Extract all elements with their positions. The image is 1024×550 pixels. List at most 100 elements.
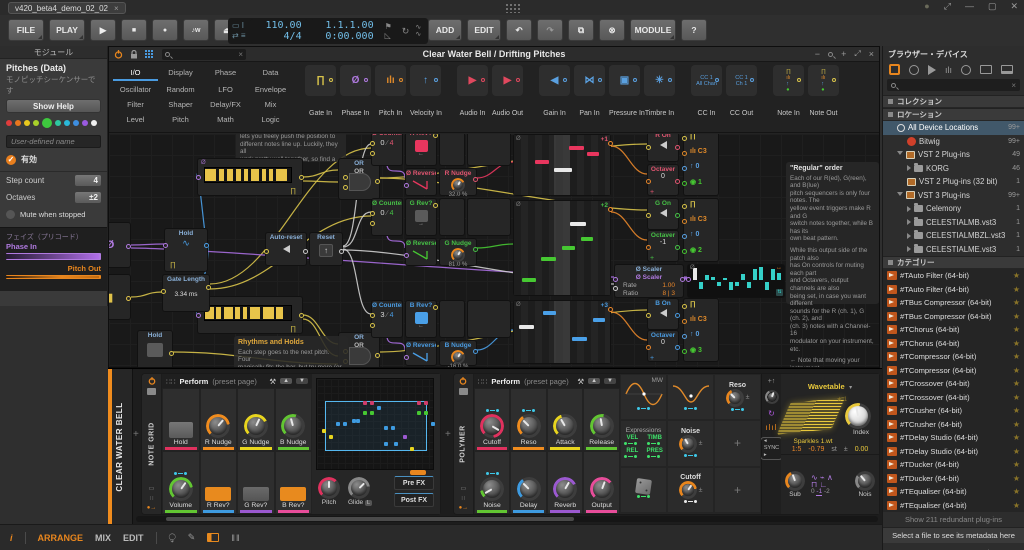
port[interactable] bbox=[196, 313, 201, 318]
category-mix[interactable]: Mix bbox=[248, 100, 293, 111]
favorite-star-icon[interactable]: ★ bbox=[1013, 339, 1020, 348]
patch-module-swap[interactable] bbox=[439, 300, 465, 338]
port[interactable] bbox=[675, 313, 680, 318]
favorite-star-icon[interactable]: ★ bbox=[1013, 366, 1020, 375]
port[interactable] bbox=[161, 289, 166, 294]
window-close-icon[interactable]: ✕ bbox=[1010, 1, 1018, 12]
punch-icons[interactable]: ⚑ ◺ bbox=[382, 19, 395, 43]
port[interactable] bbox=[675, 145, 680, 150]
port[interactable] bbox=[264, 249, 269, 254]
plugin-row[interactable]: #TChorus (64-bit) ★ bbox=[883, 323, 1024, 337]
patch-wire[interactable] bbox=[476, 243, 514, 249]
mod-cell-noise[interactable]: Noise ± bbox=[667, 420, 714, 467]
port[interactable] bbox=[613, 286, 618, 291]
port[interactable] bbox=[646, 179, 651, 184]
mod-cell-env[interactable] bbox=[667, 374, 714, 421]
port[interactable] bbox=[206, 285, 211, 290]
glide-knob[interactable]: Glide L bbox=[348, 477, 373, 506]
palette-module-note-in[interactable]: ∏ ılı ↑ ● Note In bbox=[773, 65, 804, 117]
edit-tab[interactable]: EDIT bbox=[123, 533, 144, 543]
port[interactable] bbox=[646, 345, 651, 350]
location-row-celestialmb-vst3[interactable]: CELESTIALMB.vst3 1 bbox=[883, 216, 1024, 230]
color-dot[interactable] bbox=[6, 120, 12, 126]
port[interactable] bbox=[126, 244, 131, 249]
patch-module-merge[interactable] bbox=[467, 198, 511, 236]
palette-module-cc-out[interactable]: CC 1 Ch 1 CC Out bbox=[726, 65, 757, 117]
patch-module-reset[interactable]: Reset ↑ bbox=[309, 232, 344, 266]
patch-module-swap[interactable] bbox=[439, 198, 465, 236]
port[interactable] bbox=[682, 166, 687, 171]
browser-samples-icon[interactable] bbox=[928, 64, 936, 75]
port[interactable] bbox=[370, 313, 375, 318]
category-envelope[interactable]: Envelope bbox=[248, 85, 293, 96]
palette-module-phase-in[interactable]: Ø Phase In bbox=[340, 65, 371, 117]
wavetable-values[interactable]: 1:5 -0.79 st ±0.00 bbox=[781, 445, 879, 454]
patch-wire[interactable] bbox=[130, 291, 163, 298]
overdub-button[interactable]: ♪w bbox=[183, 19, 209, 41]
patch-wire[interactable] bbox=[342, 211, 372, 248]
perform-cell-cutoff[interactable]: Cutoff bbox=[473, 388, 511, 451]
favorite-star-icon[interactable]: ★ bbox=[1013, 501, 1020, 510]
category-level[interactable]: Level bbox=[113, 115, 158, 126]
disclosure-closed-icon[interactable] bbox=[907, 205, 911, 212]
patch-module-swap[interactable] bbox=[439, 134, 465, 166]
tempo-display[interactable]: 110.00 4/4 bbox=[249, 19, 308, 43]
browser-clips-icon[interactable] bbox=[961, 64, 972, 75]
close-grid-icon[interactable]: × bbox=[869, 49, 874, 59]
noise2-knob[interactable]: Nois bbox=[855, 471, 875, 498]
popout-icon[interactable]: ⤢ bbox=[854, 49, 860, 59]
port[interactable] bbox=[608, 307, 613, 312]
color-dot[interactable] bbox=[42, 118, 52, 128]
favorite-star-icon[interactable]: ★ bbox=[1013, 298, 1020, 307]
undo-button[interactable]: ↶ bbox=[506, 19, 532, 41]
port[interactable] bbox=[126, 296, 131, 301]
patch-module-octaver[interactable]: Octaver 0 + bbox=[646, 330, 680, 362]
port[interactable] bbox=[686, 277, 691, 282]
patch-module--counter[interactable]: Ø Counter0 ∕ 4 bbox=[370, 134, 403, 166]
mod-cell-cutoff[interactable]: Cutoff ± bbox=[667, 466, 714, 513]
delete-button[interactable]: ⊗ bbox=[599, 19, 625, 41]
category-math[interactable]: Math bbox=[203, 115, 248, 126]
patch-module-auto-reset[interactable]: Auto-reset bbox=[264, 232, 308, 266]
location-row-bitwig[interactable]: Bitwig 99+ bbox=[883, 135, 1024, 149]
patch-module-r-on[interactable]: R On bbox=[646, 134, 680, 162]
sync-badge[interactable]: ◂ SYNC ▸ bbox=[759, 437, 784, 460]
patch-module-hold[interactable]: Hold bbox=[137, 330, 174, 367]
port[interactable] bbox=[404, 183, 409, 188]
port[interactable] bbox=[682, 249, 687, 254]
palette-module-audio-in[interactable]: ▶ Audio In bbox=[457, 65, 488, 117]
port[interactable] bbox=[680, 277, 685, 282]
patch-wire[interactable] bbox=[386, 163, 406, 179]
patch-module-merge[interactable] bbox=[467, 134, 511, 166]
perform-cell-g-nudge[interactable]: G Nudge bbox=[237, 388, 275, 451]
port[interactable] bbox=[646, 245, 651, 250]
mod-cell-dice[interactable] bbox=[620, 466, 667, 513]
browser-search-clear-icon[interactable]: × bbox=[1011, 81, 1016, 90]
perform-cell-g-rev-[interactable]: G Rev? bbox=[237, 451, 275, 514]
plugin-row[interactable]: #TDelay Studio (64-bit) ★ bbox=[883, 445, 1024, 459]
patch-module--reverse[interactable]: Ø Reverse bbox=[404, 238, 437, 266]
browser-monitor-icon[interactable] bbox=[1001, 65, 1014, 74]
plugin-row[interactable]: #TCrossover (64-bit) ★ bbox=[883, 391, 1024, 405]
patch-module-octaver[interactable]: Octaver 0 + bbox=[646, 164, 680, 196]
location-row-vst-2-plug-ins[interactable]: VST 2 Plug-ins 49 bbox=[883, 148, 1024, 162]
category-oscillator[interactable]: Oscillator bbox=[113, 85, 158, 96]
favorite-star-icon[interactable]: ★ bbox=[1013, 325, 1020, 334]
browser-devices-icon[interactable] bbox=[889, 64, 900, 75]
patch-module-r-rev-[interactable]: R Rev?← bbox=[405, 134, 438, 166]
module-menu-button[interactable]: MODULE bbox=[630, 19, 676, 41]
patch-wire[interactable] bbox=[130, 243, 165, 246]
arrange-tab[interactable]: ARRANGE bbox=[38, 533, 84, 543]
palette-module-pitch-in[interactable]: ılı Pitch In bbox=[375, 65, 406, 117]
window-fullscreen-icon[interactable]: ⤢ bbox=[944, 1, 951, 12]
minimap-viewport[interactable] bbox=[325, 401, 427, 451]
port[interactable] bbox=[343, 185, 348, 190]
play-button[interactable]: ▶ bbox=[90, 19, 116, 41]
stop-button[interactable]: ■ bbox=[121, 19, 147, 41]
device-expand-icon[interactable]: ∷ bbox=[461, 495, 465, 502]
port[interactable] bbox=[682, 349, 687, 354]
port[interactable] bbox=[370, 141, 375, 146]
io-routing-icon[interactable]: ⧬ bbox=[169, 532, 176, 543]
insert-device-before-button[interactable]: + bbox=[133, 429, 139, 440]
wavetable-display[interactable]: ★ 1 bbox=[776, 396, 847, 438]
